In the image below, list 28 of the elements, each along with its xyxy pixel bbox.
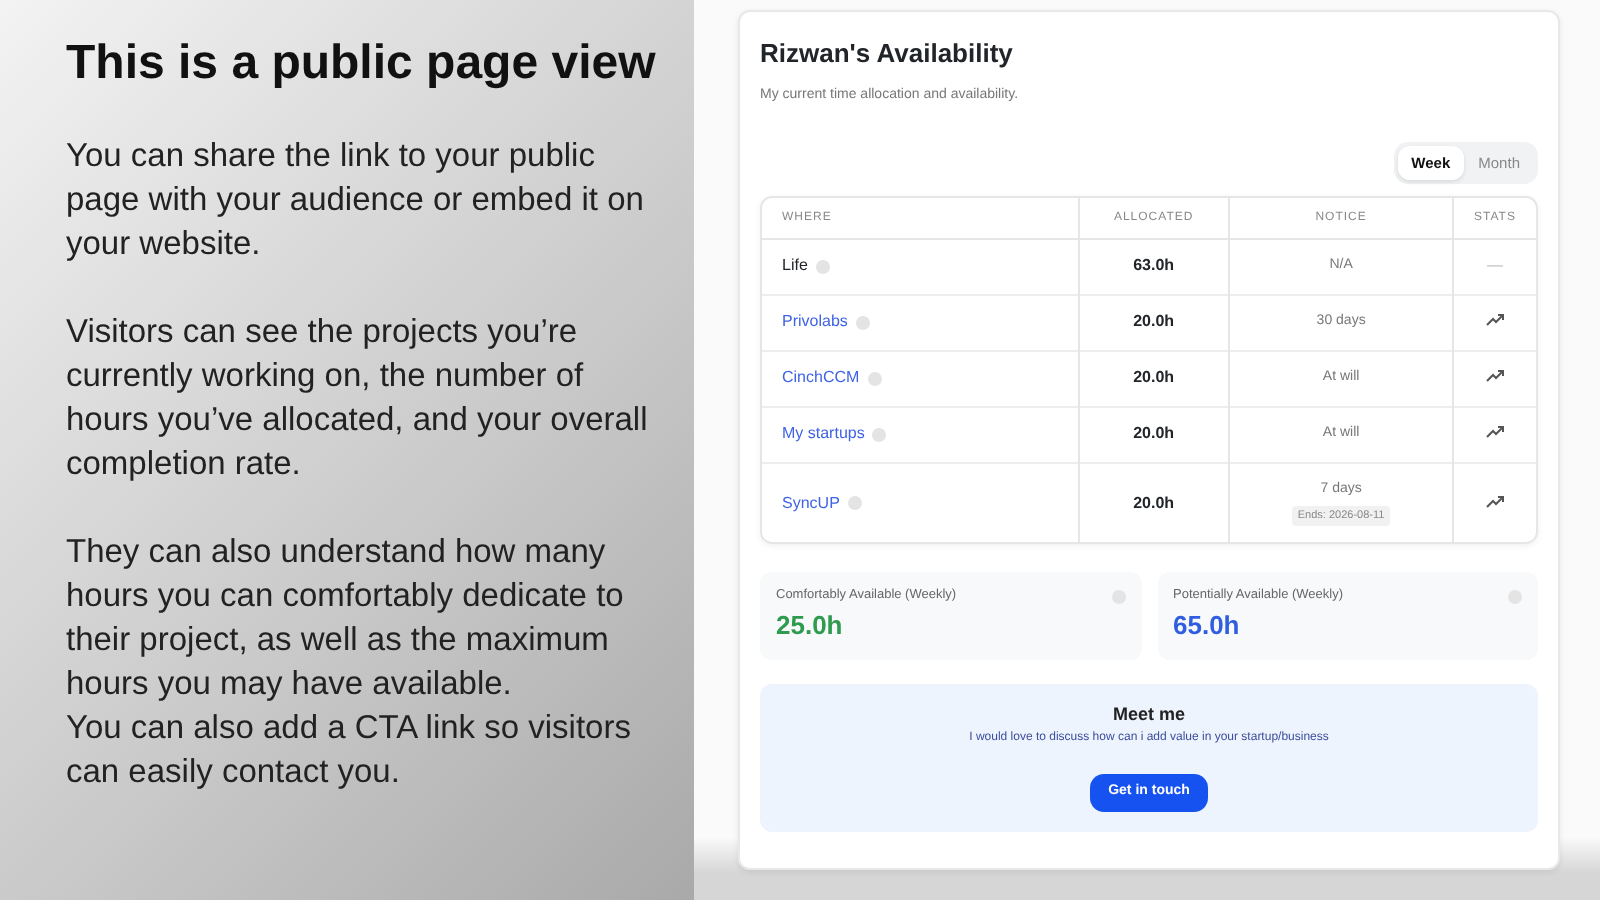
heading: This is a public page view	[66, 36, 658, 94]
table-cell: 20.0h	[1078, 462, 1230, 543]
info-icon[interactable]	[815, 259, 830, 274]
trend-icon[interactable]	[1486, 314, 1504, 327]
table-cell: 20.0h	[1078, 294, 1230, 351]
project-name: Life	[782, 256, 808, 275]
project-link[interactable]: CinchCCM	[782, 368, 860, 387]
cta-title: Meet me	[1110, 703, 1187, 725]
trend-icon[interactable]	[1486, 370, 1504, 383]
info-icon[interactable]	[847, 495, 862, 510]
project-link[interactable]: Privolabs	[782, 312, 848, 331]
stat-value: 25.0h	[776, 608, 845, 645]
project-link[interactable]: SyncUP	[782, 493, 840, 512]
trend-icon[interactable]	[1486, 495, 1504, 508]
paragraph: They can also understand how many hours you can comfortably dedicate to their project, as well as the maximum hours you may have available. You can also add a CTA link so visitors can easily contact you.	[66, 531, 633, 794]
card-title: Rizwan's Availability	[760, 38, 1015, 70]
table-cell: 20.0h	[1078, 350, 1230, 407]
info-icon[interactable]	[867, 371, 882, 386]
project-link[interactable]: My startups	[782, 424, 865, 443]
trend-icon[interactable]	[1486, 426, 1504, 439]
table-cell: —	[1487, 256, 1503, 275]
info-icon[interactable]	[855, 315, 870, 330]
table-cell: 20.0h	[1078, 406, 1230, 463]
info-icon[interactable]	[872, 427, 887, 442]
table-cell: 63.0h	[1078, 238, 1230, 295]
paragraph: Visitors can see the projects you’re currently working on, the number of hours you’ve allocated, and your overall completion rate.	[66, 311, 650, 486]
paragraph: You can share the link to your public page with your audience or embed it on your website.	[66, 135, 646, 266]
stat-value: 65.0h	[1173, 608, 1242, 645]
